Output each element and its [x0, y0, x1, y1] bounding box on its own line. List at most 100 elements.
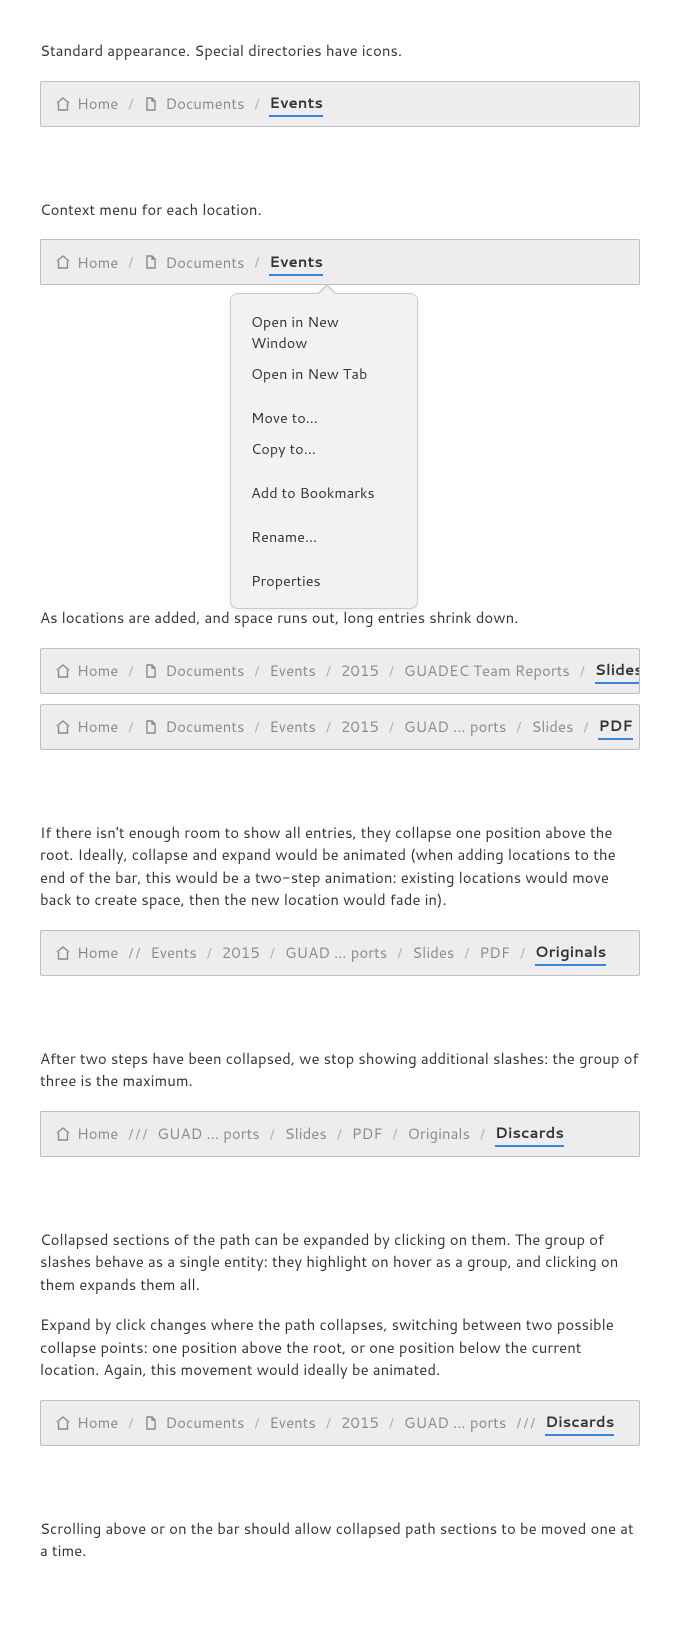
crumb-events[interactable]: Events: [269, 660, 315, 681]
menu-add-bookmarks[interactable]: Add to Bookmarks: [231, 477, 417, 508]
crumb-label: Documents: [165, 252, 244, 273]
crumb-label: Slides: [595, 659, 640, 680]
home-icon: [55, 719, 71, 735]
crumb-label: Documents: [165, 1412, 244, 1433]
crumb-slides[interactable]: Slides: [412, 942, 454, 963]
menu-copy-to[interactable]: Copy to…: [231, 433, 417, 464]
menu-properties[interactable]: Properties: [231, 565, 417, 596]
crumb-home[interactable]: Home: [55, 942, 118, 963]
crumb-pdf[interactable]: PDF: [479, 942, 510, 963]
home-icon: [55, 663, 71, 679]
crumb-slides[interactable]: Slides: [531, 716, 573, 737]
crumb-documents[interactable]: Documents: [143, 660, 244, 681]
separator: /: [464, 943, 469, 963]
crumb-guadec-short[interactable]: GUAD … ports: [157, 1123, 259, 1144]
crumb-guadec-short[interactable]: GUAD … ports: [285, 942, 387, 963]
crumb-guadec-short[interactable]: GUAD … ports: [404, 1412, 506, 1433]
crumb-home[interactable]: Home: [55, 1123, 118, 1144]
section-description: As locations are added, and space runs o…: [40, 607, 640, 630]
crumb-documents[interactable]: Documents: [143, 93, 244, 114]
crumb-originals[interactable]: Originals: [407, 1123, 470, 1144]
crumb-2015[interactable]: 2015: [341, 1412, 379, 1433]
separator: /: [128, 1124, 133, 1144]
separator: /: [480, 1124, 485, 1144]
menu-divider: [231, 470, 417, 471]
crumb-label: 2015: [222, 942, 260, 963]
separator: /: [135, 1124, 140, 1144]
crumb-events[interactable]: Events: [269, 1412, 315, 1433]
crumb-pdf-current[interactable]: PDF: [598, 715, 632, 740]
menu-rename[interactable]: Rename…: [231, 521, 417, 552]
crumb-label: GUADEC Team Reports: [404, 660, 570, 681]
separator: /: [207, 943, 212, 963]
home-icon: [55, 254, 71, 270]
crumb-label: GUAD … ports: [404, 716, 506, 737]
separator: /: [337, 1124, 342, 1144]
separator: /: [326, 661, 331, 681]
separator: /: [393, 1124, 398, 1144]
file-icon: [143, 1415, 159, 1431]
crumb-events-current[interactable]: Events: [269, 251, 323, 276]
menu-divider: [231, 395, 417, 396]
crumb-home[interactable]: Home: [55, 716, 118, 737]
breadcrumb-bar: Home / Documents / Events / 2015 / GUADE…: [40, 648, 640, 694]
menu-open-new-window[interactable]: Open in New Window: [231, 306, 417, 358]
crumb-documents[interactable]: Documents: [143, 252, 244, 273]
crumb-home[interactable]: Home: [55, 252, 118, 273]
collapsed-separator-group[interactable]: / / /: [128, 1124, 147, 1144]
home-icon: [55, 1415, 71, 1431]
crumb-discards-current[interactable]: Discards: [545, 1411, 614, 1436]
crumb-label: Home: [77, 942, 118, 963]
crumb-label: Discards: [495, 1122, 564, 1143]
crumb-slides-current[interactable]: Slides: [595, 659, 640, 684]
crumb-label: Events: [269, 660, 315, 681]
home-icon: [55, 96, 71, 112]
menu-move-to[interactable]: Move to…: [231, 402, 417, 433]
menu-open-new-tab[interactable]: Open in New Tab: [231, 358, 417, 389]
crumb-documents[interactable]: Documents: [143, 1412, 244, 1433]
menu-divider: [231, 558, 417, 559]
separator: /: [254, 252, 259, 272]
crumb-originals-current[interactable]: Originals: [535, 941, 606, 966]
crumb-2015[interactable]: 2015: [341, 716, 379, 737]
crumb-home[interactable]: Home: [55, 1412, 118, 1433]
crumb-label: 2015: [341, 716, 379, 737]
separator: /: [142, 1124, 147, 1144]
crumb-2015[interactable]: 2015: [341, 660, 379, 681]
crumb-slides[interactable]: Slides: [285, 1123, 327, 1144]
crumb-discards-current[interactable]: Discards: [495, 1122, 564, 1147]
crumb-home[interactable]: Home: [55, 93, 118, 114]
crumb-pdf[interactable]: PDF: [352, 1123, 383, 1144]
crumb-home[interactable]: Home: [55, 660, 118, 681]
crumb-2015[interactable]: 2015: [222, 942, 260, 963]
breadcrumb-bar: Home / / Events / 2015 / GUAD … ports / …: [40, 930, 640, 976]
crumb-events[interactable]: Events: [269, 716, 315, 737]
collapsed-separator-group[interactable]: / /: [128, 943, 140, 963]
collapsed-separator-group[interactable]: / / /: [516, 1413, 535, 1433]
file-icon: [143, 96, 159, 112]
crumb-label: Discards: [545, 1411, 614, 1432]
breadcrumb-bar: Home / Documents / Events / 2015 / GUAD …: [40, 1400, 640, 1446]
crumb-documents[interactable]: Documents: [143, 716, 244, 737]
crumb-guadec[interactable]: GUADEC Team Reports: [404, 660, 570, 681]
separator: /: [326, 717, 331, 737]
crumb-events-current[interactable]: Events: [269, 92, 323, 117]
crumb-label: Originals: [535, 941, 606, 962]
crumb-label: GUAD … ports: [404, 1412, 506, 1433]
crumb-label: PDF: [598, 715, 632, 736]
section-description: Expand by click changes where the path c…: [40, 1314, 640, 1382]
separator: /: [389, 717, 394, 737]
crumb-label: Events: [150, 942, 196, 963]
crumb-label: Slides: [412, 942, 454, 963]
crumb-guadec-short[interactable]: GUAD … ports: [404, 716, 506, 737]
crumb-events[interactable]: Events: [150, 942, 196, 963]
section-description: Context menu for each location.: [40, 199, 640, 222]
breadcrumb-bar: Home / Documents / Events / 2015 / GUAD …: [40, 704, 640, 750]
crumb-label: Documents: [165, 660, 244, 681]
crumb-label: Events: [269, 92, 323, 113]
crumb-label: GUAD … ports: [157, 1123, 259, 1144]
crumb-label: Events: [269, 1412, 315, 1433]
separator: /: [389, 1413, 394, 1433]
separator: /: [128, 1413, 133, 1433]
breadcrumb-bar: Home / Documents / Events: [40, 81, 640, 127]
